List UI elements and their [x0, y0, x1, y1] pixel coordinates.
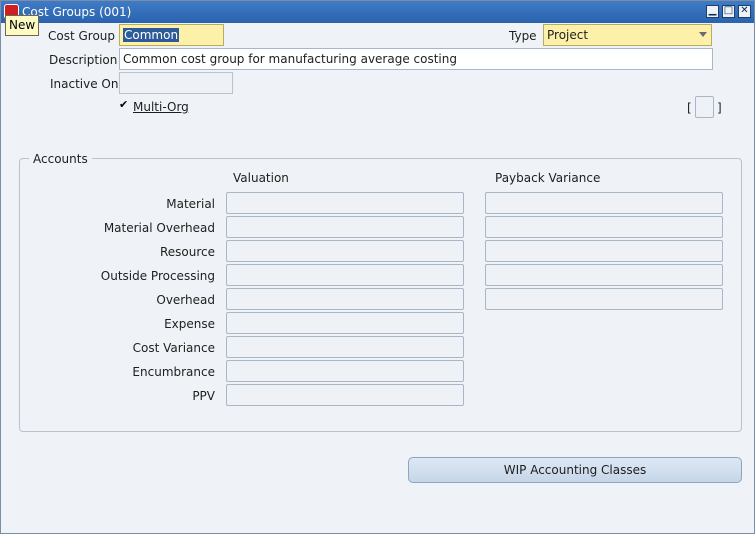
cost-groups-window: Cost Groups (001) ▁ □ ✕ New Cost Group C…	[0, 0, 755, 534]
expense-label: Expense	[164, 317, 215, 331]
material-overhead-payback-field[interactable]	[485, 216, 723, 238]
outside-processing-valuation-field[interactable]	[226, 264, 464, 286]
cost-group-label: Cost Group	[48, 29, 116, 43]
description-field[interactable]: Common cost group for manufacturing aver…	[119, 48, 713, 70]
type-label: Type	[509, 29, 537, 43]
inactive-on-label: Inactive On	[50, 77, 119, 91]
inactive-on-field[interactable]	[119, 72, 233, 94]
folder-bracket-close: ]	[717, 101, 722, 115]
material-label: Material	[166, 197, 215, 211]
minimize-button[interactable]: ▁	[706, 5, 719, 18]
description-label: Description	[49, 53, 118, 67]
outside-processing-payback-field[interactable]	[485, 264, 723, 286]
material-overhead-valuation-field[interactable]	[226, 216, 464, 238]
multi-org-checkbox[interactable]: ✔	[119, 99, 130, 111]
outside-processing-label: Outside Processing	[100, 269, 215, 283]
new-tooltip: New	[5, 15, 40, 36]
encumbrance-label: Encumbrance	[132, 365, 215, 379]
cost-variance-label: Cost Variance	[132, 341, 215, 355]
maximize-button[interactable]: □	[722, 5, 735, 18]
resource-label: Resource	[159, 245, 215, 259]
resource-valuation-field[interactable]	[226, 240, 464, 262]
chevron-down-icon[interactable]	[699, 32, 707, 37]
encumbrance-valuation-field[interactable]	[226, 360, 464, 382]
overhead-label: Overhead	[156, 293, 215, 307]
title-bar[interactable]: Cost Groups (001) ▁ □ ✕	[1, 1, 754, 23]
type-value: Project	[547, 28, 589, 42]
cost-group-field[interactable]: Common	[119, 24, 224, 46]
ppv-label: PPV	[192, 389, 215, 403]
wip-accounting-classes-button[interactable]: WIP Accounting Classes	[408, 457, 742, 483]
expense-valuation-field[interactable]	[226, 312, 464, 334]
accounts-group-title: Accounts	[29, 152, 92, 166]
descriptive-flexfield[interactable]	[695, 96, 714, 118]
ppv-valuation-field[interactable]	[226, 384, 464, 406]
close-button[interactable]: ✕	[738, 5, 751, 18]
cost-group-value: Common	[123, 28, 180, 42]
material-valuation-field[interactable]	[226, 192, 464, 214]
folder-bracket-open: [	[687, 101, 692, 115]
payback-variance-column-header: Payback Variance	[495, 171, 601, 185]
overhead-valuation-field[interactable]	[226, 288, 464, 310]
cost-variance-valuation-field[interactable]	[226, 336, 464, 358]
resource-payback-field[interactable]	[485, 240, 723, 262]
valuation-column-header: Valuation	[233, 171, 289, 185]
material-payback-field[interactable]	[485, 192, 723, 214]
material-overhead-label: Material Overhead	[103, 221, 215, 235]
overhead-payback-field[interactable]	[485, 288, 723, 310]
type-select[interactable]: Project	[543, 24, 712, 46]
multi-org-label[interactable]: Multi-Org	[133, 100, 189, 114]
